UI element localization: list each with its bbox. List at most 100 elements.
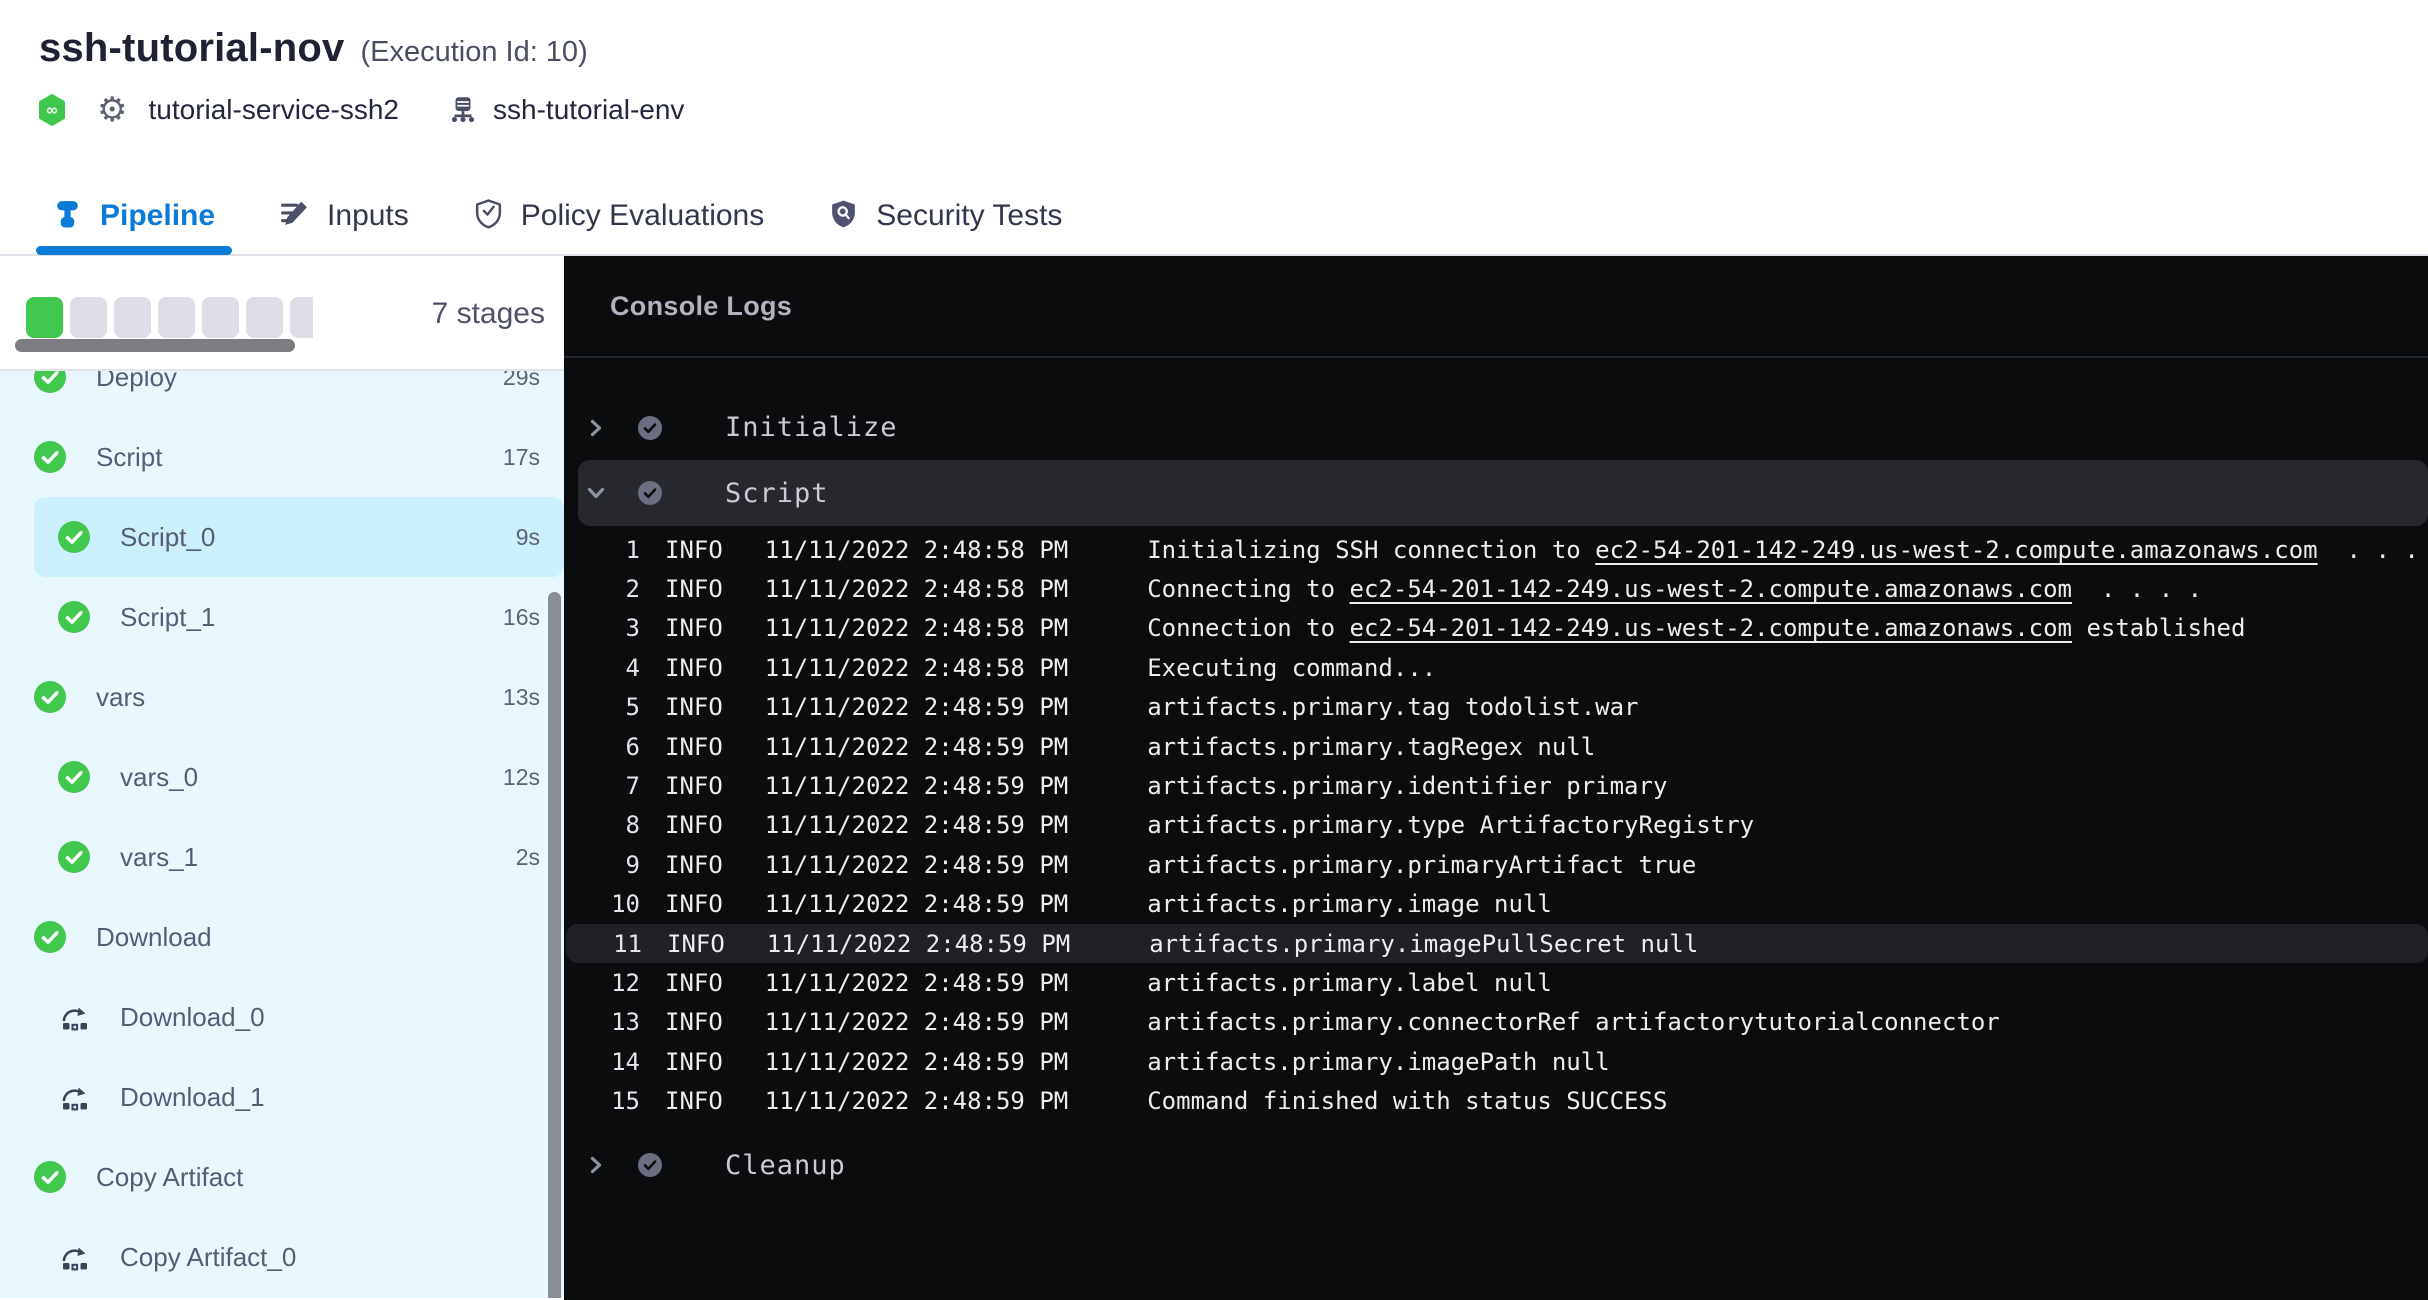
- success-check-icon: [34, 681, 66, 713]
- log-line-number: 5: [564, 693, 640, 721]
- log-line-number: 1: [564, 536, 640, 564]
- security-shield-icon: [828, 198, 859, 234]
- success-check-icon: [34, 1161, 66, 1193]
- stage-row-download-0[interactable]: Download_0: [0, 977, 564, 1057]
- stage-row-vars-1[interactable]: vars_12s: [0, 817, 564, 897]
- execution-id-label: (Execution Id: 10): [360, 36, 587, 69]
- stage-duration: 9s: [516, 524, 540, 551]
- log-timestamp: 11/11/2022 2:48:59 PM: [765, 851, 1068, 879]
- log-host-link[interactable]: ec2-54-201-142-249.us-west-2.compute.ama…: [1350, 575, 2072, 603]
- stage-duration: 16s: [503, 604, 540, 631]
- log-timestamp: 11/11/2022 2:48:59 PM: [765, 1048, 1068, 1076]
- log-message: Connecting to ec2-54-201-142-249.us-west…: [1147, 575, 2202, 603]
- log-message: Initializing SSH connection to ec2-54-20…: [1147, 536, 2428, 564]
- log-host-link[interactable]: ec2-54-201-142-249.us-west-2.compute.ama…: [1350, 614, 2072, 642]
- log-section-script[interactable]: Script: [578, 460, 2428, 526]
- log-level: INFO: [667, 930, 725, 958]
- log-section-initialize[interactable]: Initialize: [564, 395, 2428, 460]
- log-timestamp: 11/11/2022 2:48:58 PM: [765, 536, 1068, 564]
- success-check-icon: [34, 921, 66, 953]
- section-label: Initialize: [725, 412, 898, 443]
- stage-row-script[interactable]: Script17s: [0, 417, 564, 497]
- log-message: artifacts.primary.identifier primary: [1147, 772, 1667, 800]
- tab-policy-evaluations[interactable]: Policy Evaluations: [473, 178, 764, 254]
- log-timestamp: 11/11/2022 2:48:59 PM: [765, 693, 1068, 721]
- log-message: artifacts.primary.image null: [1147, 890, 1552, 918]
- log-text: artifacts.primary.imagePullSecret null: [1149, 930, 1698, 958]
- tab-label: Policy Evaluations: [521, 199, 764, 233]
- log-text: artifacts.primary.identifier primary: [1147, 772, 1667, 800]
- stage-row-vars-0[interactable]: vars_0 12s: [0, 737, 564, 817]
- log-message: artifacts.primary.primaryArtifact true: [1147, 851, 1696, 879]
- stage-row-deploy[interactable]: Deploy29s: [0, 371, 564, 417]
- stage-label: vars_0: [120, 762, 198, 793]
- success-check-icon: [58, 601, 90, 633]
- stage-label: Copy Artifact_0: [120, 1242, 296, 1273]
- step-group-icon: [58, 1001, 90, 1033]
- stage-row-copy-artifact[interactable]: Copy Artifact: [0, 1137, 564, 1217]
- console-logs-title: Console Logs: [610, 291, 792, 322]
- stage-label: vars: [96, 682, 145, 713]
- log-level: INFO: [665, 851, 723, 879]
- success-check-icon: [58, 841, 90, 873]
- stage-row-script-1[interactable]: Script_116s: [0, 577, 564, 657]
- log-section-cleanup[interactable]: Cleanup: [564, 1133, 2428, 1198]
- log-text: artifacts.primary.type ArtifactoryRegist…: [1147, 811, 1754, 839]
- log-level: INFO: [665, 811, 723, 839]
- pipeline-execution-page: ssh-tutorial-nov (Execution Id: 10) ∞ ⚙ …: [0, 0, 2428, 1300]
- stage-row-script-0[interactable]: Script_0 9s: [0, 497, 564, 577]
- log-line-number: 15: [564, 1087, 640, 1115]
- success-check-icon: [58, 521, 90, 553]
- stage-list-vertical-scrollbar[interactable]: [548, 592, 561, 1298]
- pipeline-icon: [52, 198, 83, 234]
- environment-name-label[interactable]: ssh-tutorial-env: [493, 94, 684, 126]
- stage-row-download-1[interactable]: Download_1: [0, 1057, 564, 1137]
- service-name-label[interactable]: tutorial-service-ssh2: [148, 94, 399, 126]
- log-text: artifacts.primary.tagRegex null: [1147, 733, 1595, 761]
- log-row-5: 5INFO11/11/2022 2:48:59 PMartifacts.prim…: [564, 688, 2428, 727]
- stage-progress-segment: [202, 297, 239, 338]
- stage-row-copy-artifact-0[interactable]: Copy Artifact_0: [0, 1217, 564, 1297]
- stage-duration: 13s: [503, 684, 540, 711]
- step-group-icon: [58, 1241, 90, 1273]
- stage-row-download[interactable]: Download: [0, 897, 564, 977]
- chevron-right-icon[interactable]: [586, 1155, 606, 1175]
- log-timestamp: 11/11/2022 2:48:59 PM: [765, 1008, 1068, 1036]
- log-level: INFO: [665, 1087, 723, 1115]
- log-row-13: 13INFO11/11/2022 2:48:59 PMartifacts.pri…: [564, 1003, 2428, 1042]
- stage-label: Download: [96, 922, 212, 953]
- success-check-icon: [58, 761, 90, 793]
- log-level: INFO: [665, 575, 723, 603]
- log-row-9: 9INFO11/11/2022 2:48:59 PMartifacts.prim…: [564, 845, 2428, 884]
- log-message: Executing command...: [1147, 654, 1436, 682]
- stage-row-vars[interactable]: vars 13s: [0, 657, 564, 737]
- section-label: Cleanup: [725, 1150, 846, 1181]
- stage-label: Script: [96, 442, 162, 473]
- chevron-down-icon[interactable]: [586, 483, 606, 503]
- minimap-horizontal-scrollbar[interactable]: [15, 339, 295, 352]
- log-host-link[interactable]: ec2-54-201-142-249.us-west-2.compute.ama…: [1595, 536, 2317, 564]
- log-level: INFO: [665, 1008, 723, 1036]
- stage-duration: 12s: [503, 764, 540, 791]
- service-gear-icon: ⚙: [97, 93, 127, 127]
- stage-progress-segment: [26, 297, 63, 338]
- stage-label: Script_0: [120, 522, 215, 553]
- log-timestamp: 11/11/2022 2:48:59 PM: [767, 930, 1070, 958]
- log-text: artifacts.primary.image null: [1147, 890, 1552, 918]
- log-text: Command finished with status SUCCESS: [1147, 1087, 1667, 1115]
- log-row-2: 2INFO11/11/2022 2:48:58 PMConnecting to …: [564, 569, 2428, 608]
- stage-progress-segment: [290, 297, 313, 338]
- log-line-number: 4: [564, 654, 640, 682]
- success-check-icon: [34, 441, 66, 473]
- chevron-right-icon[interactable]: [586, 418, 606, 438]
- tab-security-tests[interactable]: Security Tests: [828, 178, 1062, 254]
- log-message: Command finished with status SUCCESS: [1147, 1087, 1667, 1115]
- tab-inputs[interactable]: Inputs: [279, 178, 409, 254]
- inputs-icon: [279, 198, 310, 234]
- log-level: INFO: [665, 654, 723, 682]
- section-label: Script: [725, 478, 829, 509]
- page-title: ssh-tutorial-nov: [39, 26, 344, 71]
- log-line-number: 12: [564, 969, 640, 997]
- stage-label: Download_1: [120, 1082, 265, 1113]
- tab-pipeline[interactable]: Pipeline: [52, 178, 215, 254]
